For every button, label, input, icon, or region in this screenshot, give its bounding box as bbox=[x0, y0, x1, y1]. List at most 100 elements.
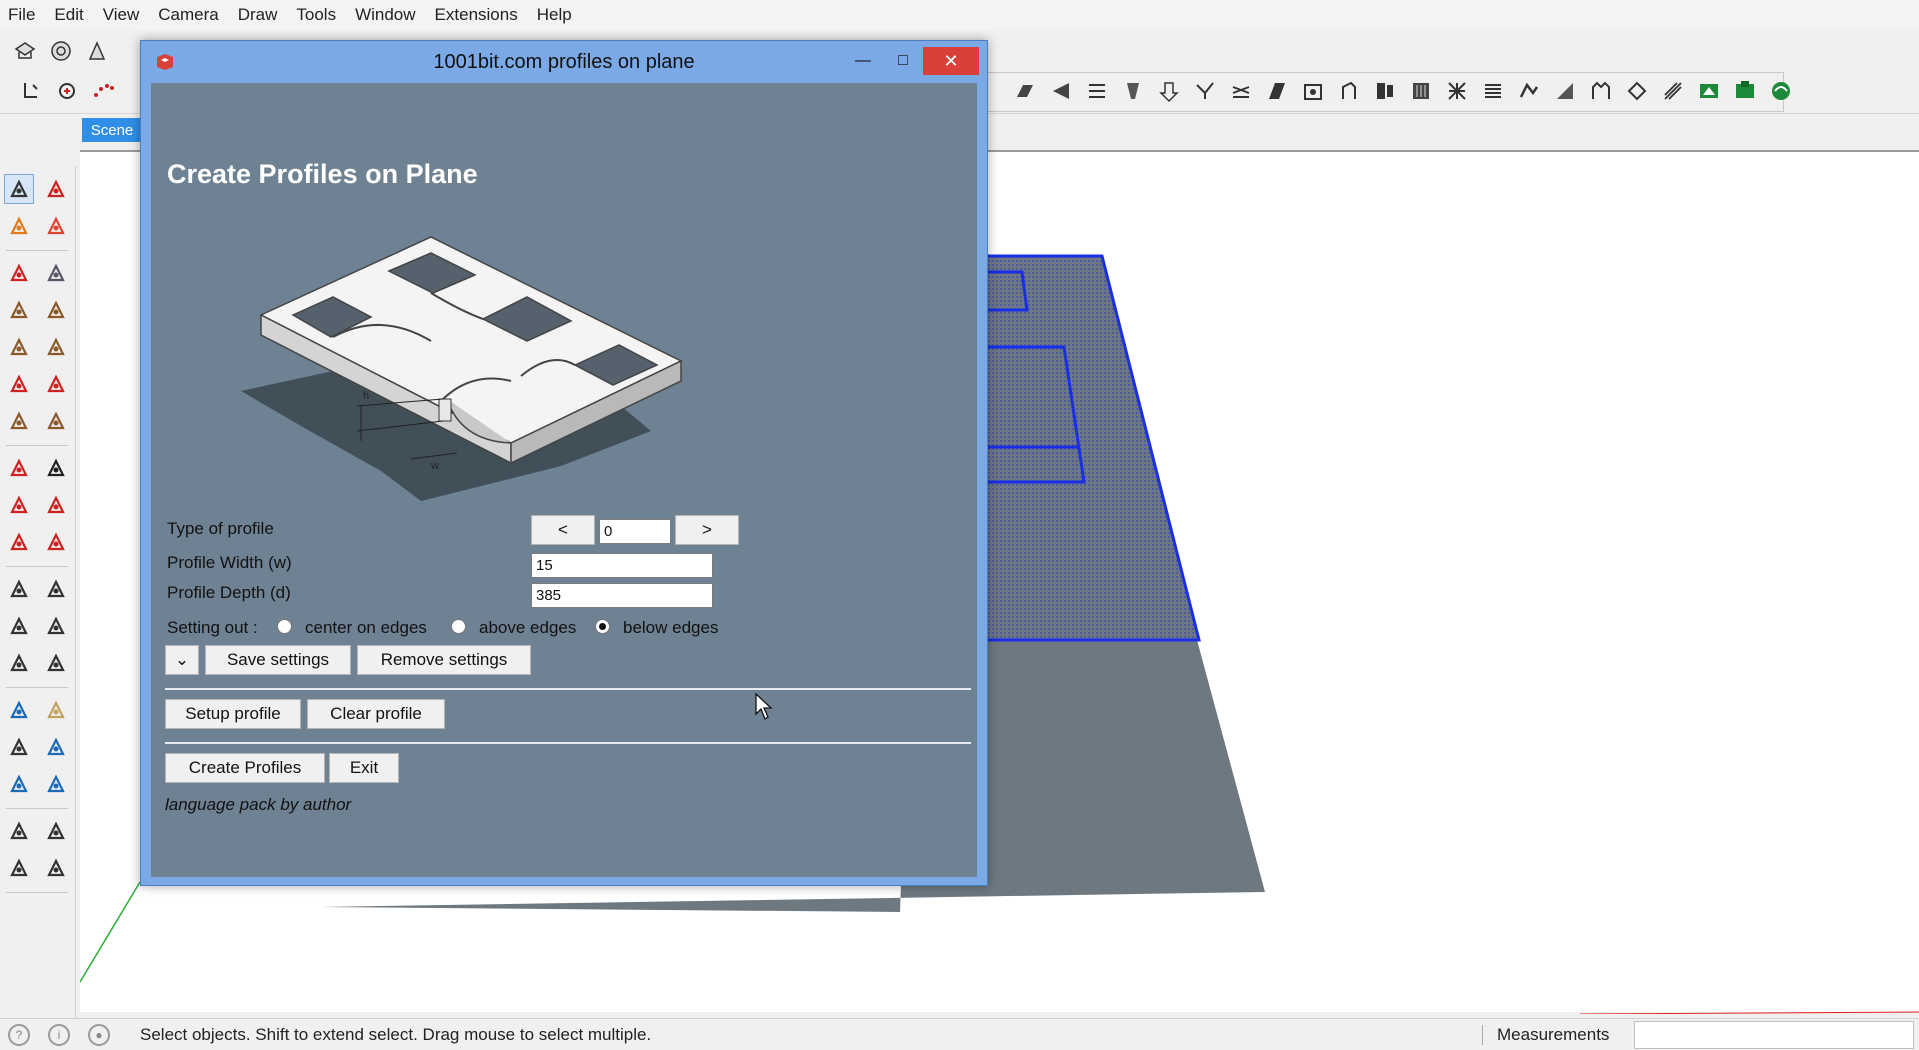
setup-profile-button[interactable]: Setup profile bbox=[165, 699, 301, 729]
rotate-plugin-icon[interactable] bbox=[52, 76, 82, 106]
grid-icon[interactable] bbox=[1442, 76, 1472, 106]
section-plane-icon[interactable] bbox=[41, 853, 71, 883]
position-camera-icon[interactable] bbox=[4, 816, 34, 846]
profile-depth-input[interactable]: 385 bbox=[531, 583, 713, 608]
tape-measure-icon[interactable] bbox=[4, 574, 34, 604]
pencil-icon[interactable] bbox=[4, 258, 34, 288]
menu-extensions[interactable]: Extensions bbox=[435, 5, 518, 25]
remove-settings-button[interactable]: Remove settings bbox=[357, 645, 531, 675]
pie-icon[interactable] bbox=[41, 369, 71, 399]
frame-icon[interactable] bbox=[1082, 76, 1112, 106]
protractor-icon[interactable] bbox=[4, 611, 34, 641]
offset-icon[interactable] bbox=[41, 527, 71, 557]
left-toolbar-separator bbox=[6, 566, 68, 567]
column-icon[interactable] bbox=[1118, 76, 1148, 106]
window-icon[interactable] bbox=[1370, 76, 1400, 106]
polygon-icon[interactable] bbox=[41, 332, 71, 362]
text-icon[interactable] bbox=[41, 611, 71, 641]
joist-icon[interactable] bbox=[1226, 76, 1256, 106]
save-settings-button[interactable]: Save settings bbox=[205, 645, 351, 675]
get-models-icon[interactable] bbox=[10, 36, 40, 66]
next-profile-button[interactable]: > bbox=[675, 515, 739, 545]
zoom-icon[interactable] bbox=[4, 732, 34, 762]
user-icon[interactable]: ● bbox=[88, 1023, 110, 1046]
extension-warehouse-icon[interactable] bbox=[82, 36, 112, 66]
push-pull-icon[interactable] bbox=[41, 453, 71, 483]
arc-icon[interactable] bbox=[4, 369, 34, 399]
menu-draw[interactable]: Draw bbox=[238, 5, 278, 25]
arc-dots-icon[interactable] bbox=[88, 76, 118, 106]
menu-help[interactable]: Help bbox=[537, 5, 572, 25]
shutter-icon[interactable] bbox=[1478, 76, 1508, 106]
3d-text-icon[interactable] bbox=[41, 648, 71, 678]
zoom-extents-icon[interactable] bbox=[4, 769, 34, 799]
profile-type-input[interactable]: 0 bbox=[599, 519, 671, 544]
freehand-icon[interactable] bbox=[41, 258, 71, 288]
settings-dropdown[interactable]: ⌄ bbox=[165, 645, 199, 675]
dialog-titlebar[interactable]: 1001bit.com profiles on plane — □ ✕ bbox=[141, 41, 987, 83]
credits-icon[interactable]: i bbox=[48, 1023, 70, 1046]
above-edges-radio[interactable] bbox=[451, 619, 466, 634]
roof-icon[interactable] bbox=[1046, 76, 1076, 106]
left-toolbar-row bbox=[4, 369, 78, 399]
close-button[interactable]: ✕ bbox=[923, 47, 979, 75]
below-edges-radio[interactable] bbox=[595, 619, 610, 634]
zoom-window-icon[interactable] bbox=[41, 732, 71, 762]
clear-profile-button[interactable]: Clear profile bbox=[307, 699, 445, 729]
prev-profile-button[interactable]: < bbox=[531, 515, 595, 545]
beam-icon[interactable] bbox=[1154, 76, 1184, 106]
make-component-icon[interactable] bbox=[41, 174, 71, 204]
rotated-rectangle-icon[interactable] bbox=[41, 295, 71, 325]
opening-icon[interactable] bbox=[1694, 76, 1724, 106]
menu-view[interactable]: View bbox=[103, 5, 140, 25]
three-point-arc-icon[interactable] bbox=[41, 406, 71, 436]
rotate-icon[interactable] bbox=[4, 490, 34, 520]
orbit-icon[interactable] bbox=[4, 695, 34, 725]
louvre-icon[interactable] bbox=[1406, 76, 1436, 106]
walk-icon[interactable] bbox=[4, 853, 34, 883]
center-on-edges-radio[interactable] bbox=[277, 619, 292, 634]
menu-window[interactable]: Window bbox=[355, 5, 415, 25]
menu-file[interactable]: File bbox=[8, 5, 35, 25]
layer-icon[interactable] bbox=[1730, 76, 1760, 106]
paint-bucket-icon[interactable] bbox=[4, 211, 34, 241]
look-around-icon[interactable] bbox=[41, 816, 71, 846]
move-plugin-icon[interactable] bbox=[16, 76, 46, 106]
maximize-button[interactable]: □ bbox=[883, 47, 923, 75]
geo-location-icon[interactable]: ? bbox=[8, 1023, 30, 1046]
previous-view-icon[interactable] bbox=[41, 769, 71, 799]
create-profiles-button[interactable]: Create Profiles bbox=[165, 753, 325, 783]
spiral-icon[interactable] bbox=[1622, 76, 1652, 106]
two-point-arc-icon[interactable] bbox=[4, 406, 34, 436]
truss-icon[interactable] bbox=[1298, 76, 1328, 106]
move-icon[interactable] bbox=[4, 453, 34, 483]
profile-width-input[interactable]: 15 bbox=[531, 553, 713, 578]
dimension-icon[interactable] bbox=[41, 574, 71, 604]
railing-icon[interactable] bbox=[1550, 76, 1580, 106]
eraser-icon[interactable] bbox=[41, 211, 71, 241]
scene-tab[interactable]: Scene bbox=[82, 118, 142, 142]
axes-icon[interactable] bbox=[4, 648, 34, 678]
panel-icon[interactable] bbox=[1262, 76, 1292, 106]
minimize-button[interactable]: — bbox=[843, 47, 883, 75]
staircase-icon[interactable] bbox=[1514, 76, 1544, 106]
door-icon[interactable] bbox=[1334, 76, 1364, 106]
pan-icon[interactable] bbox=[41, 695, 71, 725]
measurements-input[interactable] bbox=[1634, 1021, 1914, 1049]
3d-warehouse-icon[interactable] bbox=[46, 36, 76, 66]
group-icon[interactable] bbox=[1766, 76, 1796, 106]
rectangle-icon[interactable] bbox=[4, 295, 34, 325]
measurements-label: Measurements bbox=[1482, 1025, 1609, 1045]
wall-icon[interactable] bbox=[1658, 76, 1688, 106]
stair-icon[interactable] bbox=[1010, 76, 1040, 106]
follow-me-icon[interactable] bbox=[41, 490, 71, 520]
fence-icon[interactable] bbox=[1586, 76, 1616, 106]
circle-icon[interactable] bbox=[4, 332, 34, 362]
menu-tools[interactable]: Tools bbox=[296, 5, 336, 25]
menu-edit[interactable]: Edit bbox=[54, 5, 83, 25]
select-icon[interactable] bbox=[4, 174, 34, 204]
menu-camera[interactable]: Camera bbox=[158, 5, 218, 25]
scale-icon[interactable] bbox=[4, 527, 34, 557]
exit-button[interactable]: Exit bbox=[329, 753, 399, 783]
rafter-icon[interactable] bbox=[1190, 76, 1220, 106]
